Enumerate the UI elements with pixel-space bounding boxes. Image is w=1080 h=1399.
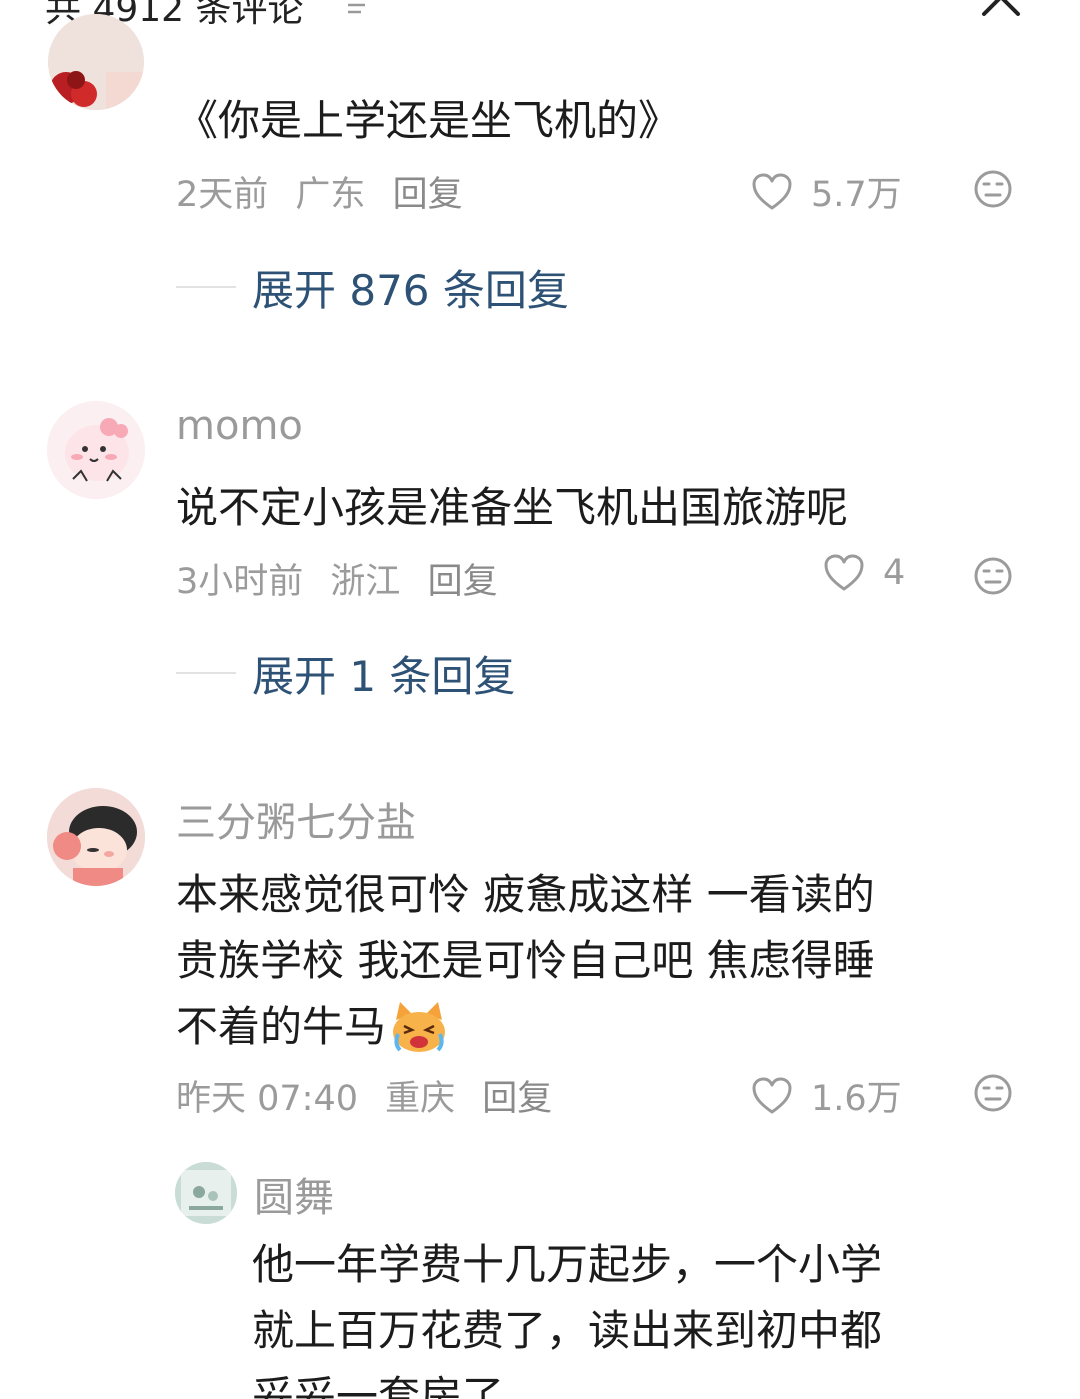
expand-replies-label: 展开 876 条回复 (252, 265, 569, 315)
comment-text-line: 本来感觉很可怜 疲惫成这样 一看读的 (176, 870, 875, 919)
comment-location: 广东 (295, 175, 366, 215)
comment-meta: 2天前 广东 回复 (176, 166, 479, 217)
like-button[interactable]: 1.6万 (751, 1070, 902, 1121)
like-button[interactable]: 5.7万 (751, 166, 902, 217)
expand-divider (176, 286, 236, 288)
reply-button[interactable]: 回复 (482, 1079, 552, 1119)
avatar[interactable] (175, 1162, 237, 1224)
reply-button[interactable]: 回复 (393, 175, 463, 215)
avatar-image (47, 401, 145, 499)
avatar-image (175, 1162, 237, 1224)
expand-replies-button[interactable]: 展开 876 条回复 (176, 262, 569, 315)
comment-location: 重庆 (385, 1079, 456, 1119)
comment-text: 《你是上学还是坐飞机的》 (176, 96, 681, 145)
avatar[interactable] (47, 788, 145, 886)
crying-cat-emoji-icon (393, 1002, 446, 1052)
reply-text-line: 他一年学费十几万起步，一个小学 (252, 1240, 883, 1289)
avatar[interactable] (48, 14, 144, 110)
avatar-image (47, 788, 145, 886)
like-count: 4 (883, 553, 906, 593)
comment-text-line: 不着的牛马 (176, 994, 448, 1060)
like-button[interactable]: 4 (823, 553, 905, 593)
comments-panel: 共 4912 条评论 《你是上学还是坐飞机的》 2天前 广东 回复 5.7万 展… (0, 0, 1080, 1399)
expand-divider (176, 672, 236, 674)
like-count: 1.6万 (811, 1079, 902, 1119)
sort-lines-icon[interactable] (345, 0, 371, 18)
comments-header: 共 4912 条评论 (0, 0, 1080, 34)
dislike-face-icon[interactable] (973, 1073, 1013, 1113)
comment-time: 昨天 07:40 (176, 1079, 358, 1119)
dislike-face-icon[interactable] (973, 556, 1013, 596)
comment-time: 2天前 (176, 175, 269, 215)
close-icon[interactable] (978, 0, 1024, 20)
comment-text-line: 贵族学校 我还是可怜自己吧 焦虑得睡 (176, 936, 875, 985)
comment-meta: 3小时前 浙江 回复 (176, 553, 514, 604)
comment-text-line-content: 不着的牛马 (176, 1002, 387, 1051)
comment-meta: 昨天 07:40 重庆 回复 (176, 1070, 568, 1121)
reply-text-line: 妥妥一套房了。 (252, 1372, 547, 1399)
expand-replies-label: 展开 1 条回复 (252, 651, 516, 701)
comment-text: 说不定小孩是准备坐飞机出国旅游呢 (176, 483, 849, 532)
reply-button[interactable]: 回复 (428, 562, 498, 602)
like-count: 5.7万 (811, 175, 902, 215)
reply-username[interactable]: 圆舞 (254, 1165, 334, 1223)
avatar-image (48, 14, 144, 110)
heart-icon (752, 1077, 792, 1113)
comment-username[interactable]: 三分粥七分盐 (176, 790, 416, 848)
dislike-face-icon[interactable] (973, 169, 1013, 209)
expand-replies-button[interactable]: 展开 1 条回复 (176, 648, 515, 701)
comment-username[interactable]: momo (176, 403, 303, 449)
heart-icon (752, 173, 792, 209)
heart-icon (824, 554, 864, 591)
reply-text-line: 就上百万花费了，读出来到初中都 (252, 1306, 883, 1355)
comment-location: 浙江 (330, 562, 401, 602)
avatar[interactable] (47, 401, 145, 499)
comment-time: 3小时前 (176, 562, 304, 602)
